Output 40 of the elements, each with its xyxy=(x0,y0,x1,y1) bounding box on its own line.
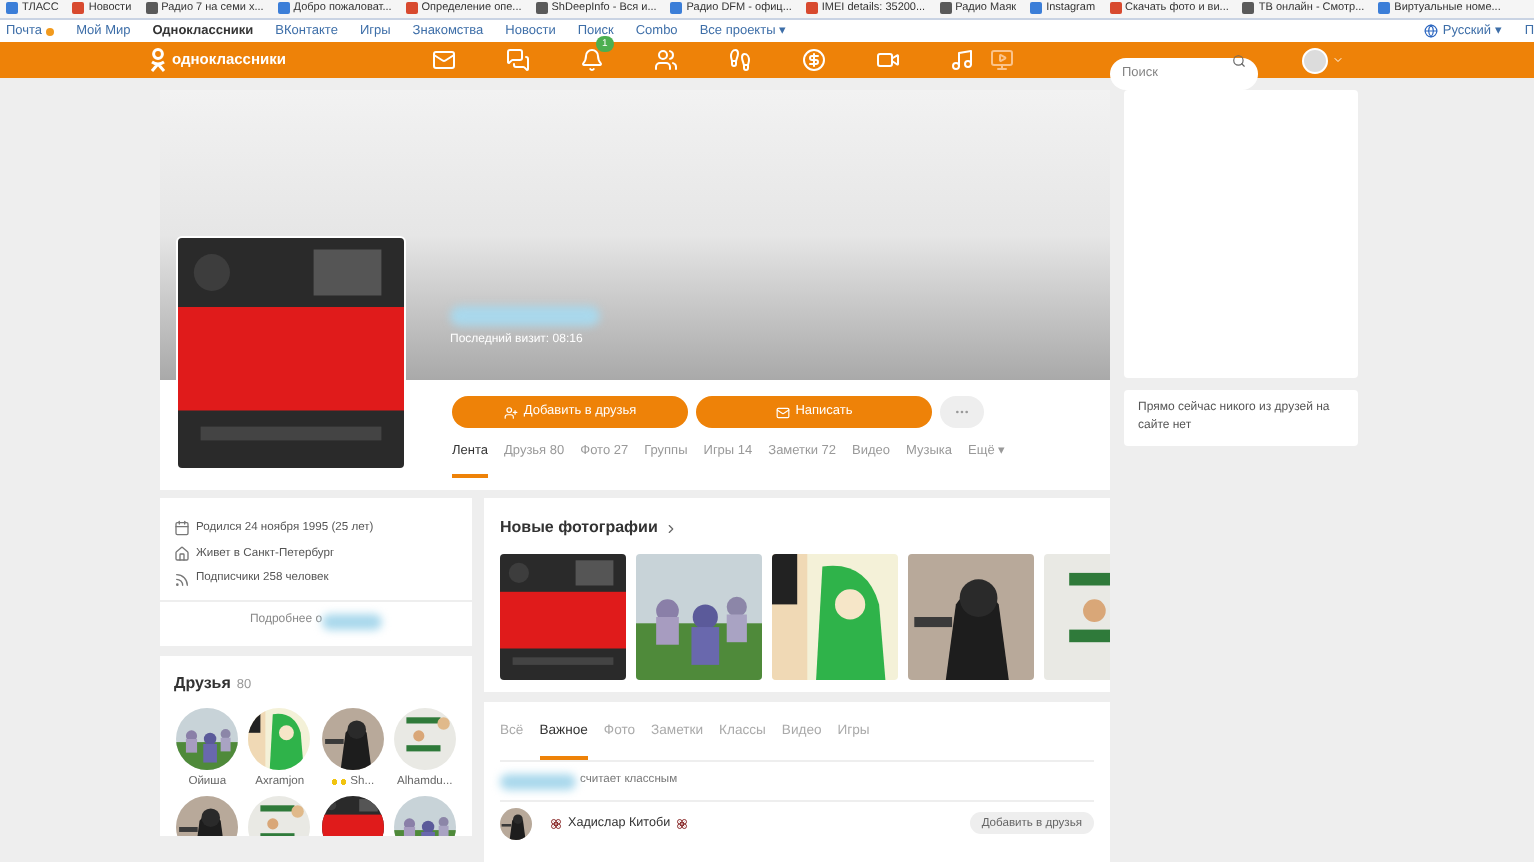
favicon-icon xyxy=(1378,2,1391,15)
favicon-icon xyxy=(1030,2,1043,15)
mail-icon[interactable] xyxy=(431,48,456,73)
favicon-icon xyxy=(1242,2,1255,15)
coin-icon[interactable] xyxy=(801,48,826,73)
video-camera-icon[interactable] xyxy=(875,48,900,73)
photos-title[interactable]: Новые фотографии xyxy=(500,516,658,540)
favicon-icon xyxy=(1109,2,1122,15)
favicon-icon xyxy=(277,2,290,15)
blurred-name xyxy=(500,773,576,790)
friends-title: Друзья xyxy=(174,672,231,696)
caret-icon[interactable] xyxy=(1332,54,1344,67)
rss-icon xyxy=(174,571,190,588)
footprints-icon[interactable] xyxy=(727,48,752,73)
emoji-icon xyxy=(330,778,349,787)
chat-icon[interactable] xyxy=(505,48,530,73)
house-icon xyxy=(174,546,190,563)
mail-icon xyxy=(775,405,790,419)
bell-icon[interactable] xyxy=(579,48,604,73)
favicon-icon xyxy=(670,2,683,15)
flower-icon xyxy=(550,817,562,830)
user-avatar[interactable] xyxy=(1302,47,1328,74)
logo-icon xyxy=(150,48,166,73)
favicon-icon xyxy=(939,2,952,15)
favicon-icon xyxy=(805,2,818,15)
flower-icon xyxy=(676,817,689,830)
chevron-right-icon[interactable] xyxy=(663,521,678,535)
friends-icon[interactable] xyxy=(653,48,678,73)
blurred-name xyxy=(322,613,383,630)
favicon-icon xyxy=(405,2,418,15)
video-play-icon[interactable] xyxy=(989,48,1014,73)
calendar-icon xyxy=(174,520,190,537)
favicon-icon xyxy=(6,2,18,15)
user-plus-icon xyxy=(503,405,518,419)
search-icon[interactable] xyxy=(1232,53,1246,68)
favicon-icon xyxy=(145,2,158,15)
music-icon[interactable] xyxy=(949,48,974,73)
favicon-icon xyxy=(72,2,85,15)
favicon-icon xyxy=(535,2,548,15)
globe-icon xyxy=(1424,24,1439,38)
